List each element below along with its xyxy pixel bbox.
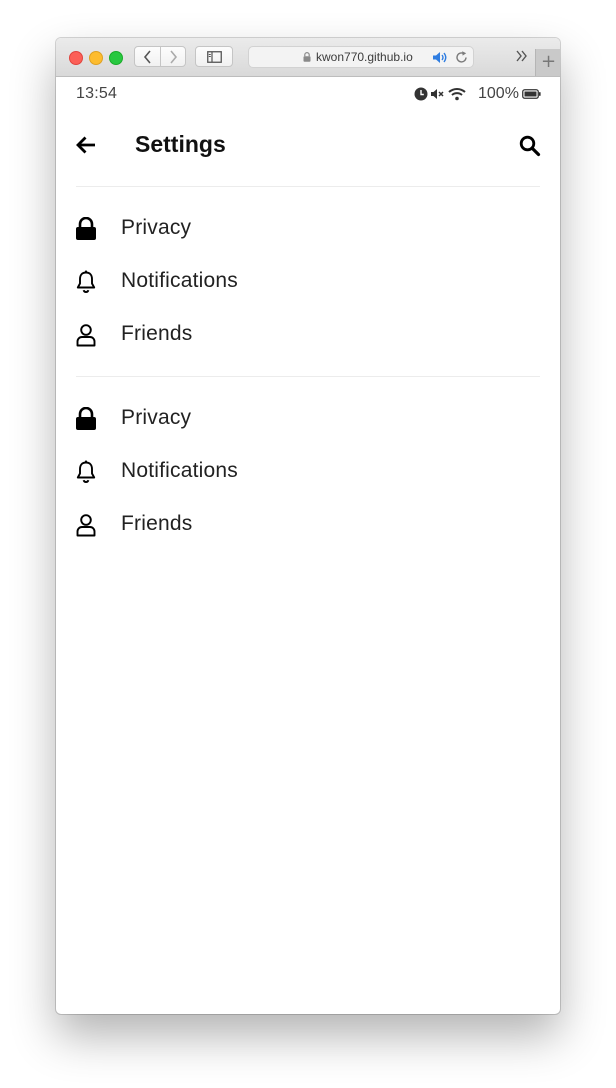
secure-lock-icon <box>303 52 311 62</box>
status-icons <box>414 87 466 101</box>
settings-item-notifications[interactable]: Notifications <box>56 256 560 309</box>
bell-icon <box>76 460 96 483</box>
plus-icon: + <box>541 51 557 72</box>
mute-icon <box>431 89 444 99</box>
maximize-window-button[interactable] <box>109 51 123 65</box>
browser-window: kwon770.github.io + 13:54 100% Settings … <box>56 38 560 1014</box>
address-bar[interactable]: kwon770.github.io <box>248 46 474 68</box>
settings-item-friends[interactable]: Friends <box>56 499 560 552</box>
person-icon <box>76 324 96 347</box>
lock-icon <box>76 217 96 240</box>
stage: kwon770.github.io + 13:54 100% Settings … <box>0 0 616 1088</box>
settings-item-privacy[interactable]: Privacy <box>56 203 560 256</box>
alarm-clock-icon <box>414 87 428 101</box>
settings-group: Privacy Notifications Friends <box>56 393 560 552</box>
settings-item-label: Notifications <box>121 269 238 292</box>
back-arrow-icon[interactable] <box>75 135 97 155</box>
reload-icon[interactable] <box>455 51 468 64</box>
settings-item-label: Privacy <box>121 406 192 429</box>
battery-percent: 100% <box>478 85 519 102</box>
status-bar: 13:54 100% <box>56 76 560 112</box>
url-text: kwon770.github.io <box>316 50 413 64</box>
person-icon <box>76 514 96 537</box>
history-nav <box>134 46 186 67</box>
battery-icon <box>522 89 541 99</box>
app-bar: Settings <box>56 122 560 170</box>
lock-icon <box>76 407 96 430</box>
minimize-window-button[interactable] <box>89 51 103 65</box>
browser-toolbar: kwon770.github.io + <box>56 38 560 77</box>
sidebar-icon <box>207 51 222 63</box>
settings-item-label: Privacy <box>121 216 192 239</box>
close-window-button[interactable] <box>69 51 83 65</box>
settings-item-label: Friends <box>121 322 193 345</box>
settings-item-privacy[interactable]: Privacy <box>56 393 560 446</box>
chevron-left-icon[interactable] <box>143 50 152 64</box>
speaker-audio-icon[interactable] <box>432 51 448 64</box>
settings-item-label: Notifications <box>121 459 238 482</box>
page-title: Settings <box>135 131 226 157</box>
bell-icon <box>76 270 96 293</box>
double-chevron-right-icon[interactable] <box>515 50 529 62</box>
sidebar-toggle-button[interactable] <box>195 46 233 67</box>
settings-item-friends[interactable]: Friends <box>56 309 560 362</box>
wifi-icon <box>448 88 466 101</box>
settings-item-notifications[interactable]: Notifications <box>56 446 560 499</box>
chevron-right-icon[interactable] <box>169 50 178 64</box>
new-tab-button[interactable]: + <box>535 49 560 76</box>
settings-item-label: Friends <box>121 512 193 535</box>
header-divider <box>76 186 540 187</box>
settings-group: Privacy Notifications Friends <box>56 203 560 362</box>
status-time: 13:54 <box>76 85 118 102</box>
group-divider <box>76 376 540 377</box>
search-icon[interactable] <box>519 135 541 157</box>
